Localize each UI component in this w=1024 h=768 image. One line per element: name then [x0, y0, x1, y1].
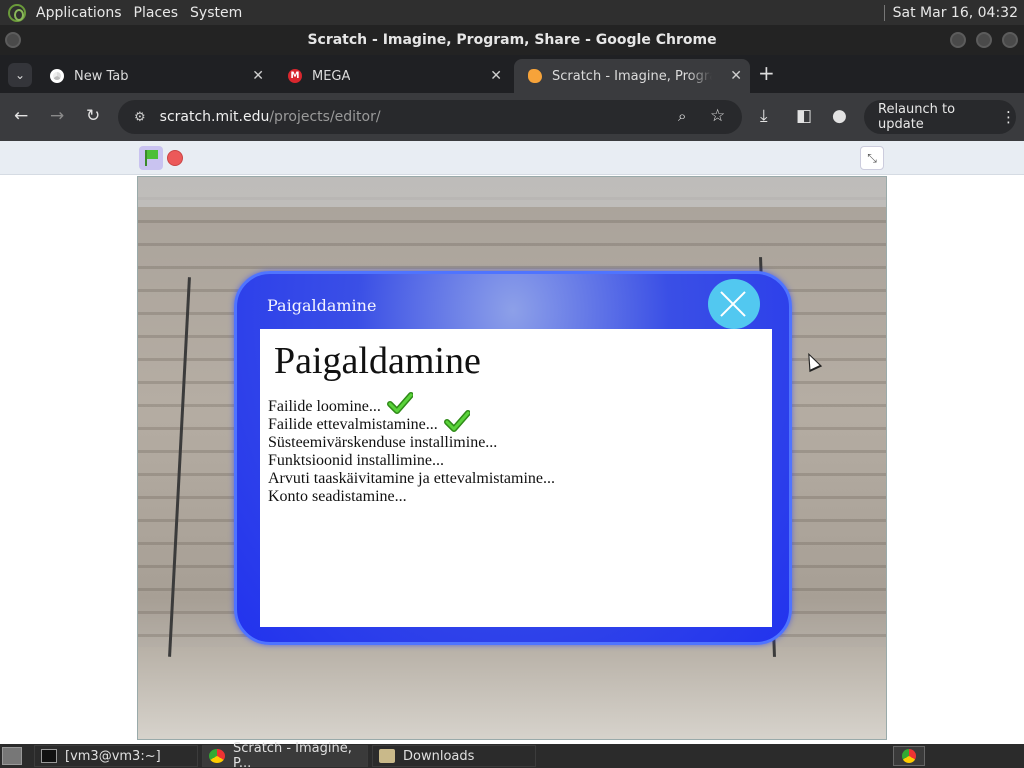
taskbar-item-chrome[interactable]: Scratch - Imagine, P...: [202, 741, 368, 768]
folder-icon: [379, 749, 395, 763]
stage[interactable]: Paigaldamine Paigaldamine Failide loomin…: [137, 176, 887, 740]
install-steps: Failide loomine... Failide ettevalmistam…: [268, 392, 556, 506]
window-title: Scratch - Imagine, Program, Share - Goog…: [307, 32, 717, 48]
taskbar-item-downloads[interactable]: Downloads: [372, 745, 536, 767]
close-icon[interactable]: ✕: [252, 68, 264, 84]
backdrop-mic-stand: [168, 277, 191, 657]
show-desktop-icon[interactable]: [2, 747, 22, 765]
star-icon[interactable]: ☆: [710, 106, 725, 126]
window-menu-button[interactable]: [5, 32, 21, 48]
install-step: Süsteemivärskenduse installimine...: [268, 434, 498, 451]
panel-separator: [883, 4, 885, 21]
url-host: scratch.mit.edu: [159, 109, 270, 125]
scratch-icon: [528, 69, 542, 83]
stop-icon[interactable]: [167, 150, 183, 166]
reload-icon[interactable]: ↻: [86, 106, 100, 126]
install-step: Konto seadistamine...: [268, 488, 407, 505]
side-panel-icon[interactable]: ◧: [796, 106, 812, 126]
tab-new-tab[interactable]: New Tab ✕: [36, 59, 272, 93]
chrome-icon: [209, 749, 225, 763]
tab-scratch[interactable]: Scratch - Imagine, Program, Share ✕: [514, 59, 750, 93]
tab-label: MEGA: [312, 68, 351, 84]
minimize-button[interactable]: [950, 32, 966, 48]
close-window-button[interactable]: [1002, 32, 1018, 48]
mega-icon: M: [288, 69, 302, 83]
places-menu[interactable]: Places: [128, 5, 185, 21]
tab-bar: ⌄ New Tab ✕ M MEGA ✕ Scratch - Imagine, …: [0, 55, 1024, 93]
player-controls: ⤡: [0, 141, 1024, 175]
exit-fullscreen-icon[interactable]: ⤡: [860, 146, 884, 170]
forward-icon[interactable]: →: [50, 106, 64, 126]
clock[interactable]: Sat Mar 16, 04:32: [893, 5, 1024, 21]
download-icon[interactable]: ⤓: [760, 106, 768, 126]
install-step: Failide loomine...: [268, 392, 555, 416]
address-bar[interactable]: ⚙ scratch.mit.edu/projects/editor/: [118, 100, 742, 134]
window-titlebar[interactable]: Scratch - Imagine, Program, Share - Goog…: [0, 25, 1024, 55]
checkmark-icon: [386, 392, 413, 414]
more-vert-icon[interactable]: ⋮: [1001, 108, 1016, 126]
chrome-icon: [50, 69, 64, 83]
relaunch-button[interactable]: Relaunch to update ⋮: [864, 100, 1016, 134]
tab-label: New Tab: [74, 68, 129, 84]
install-step: Failide ettevalmistamine...: [268, 410, 555, 434]
install-dialog: Paigaldamine Paigaldamine Failide loomin…: [234, 271, 792, 645]
chrome-icon: [902, 749, 916, 763]
system-menu[interactable]: System: [184, 5, 248, 21]
dialog-heading: Paigaldamine: [274, 340, 481, 382]
taskbar-item-terminal[interactable]: [vm3@vm3:~]: [34, 745, 198, 767]
maximize-button[interactable]: [976, 32, 992, 48]
top-panel: Applications Places System Sat Mar 16, 0…: [0, 0, 1024, 25]
close-icon[interactable]: ✕: [490, 68, 502, 84]
panel-menus: Applications Places System: [30, 0, 248, 25]
url-path: /projects/editor/: [269, 109, 381, 125]
tray-chrome-icon[interactable]: [893, 746, 925, 766]
profile-icon[interactable]: ●: [832, 106, 847, 126]
zoom-icon[interactable]: ⌕: [678, 106, 686, 126]
chevron-down-icon: ⌄: [14, 68, 26, 82]
checkmark-icon: [443, 410, 470, 432]
green-flag-icon[interactable]: [139, 146, 163, 170]
backdrop-ground: [138, 647, 886, 739]
tab-label: Scratch - Imagine, Program, Share: [552, 68, 712, 84]
install-step: Arvuti taaskäivitamine ja ettevalmistami…: [268, 470, 556, 487]
tab-mega[interactable]: M MEGA ✕: [274, 59, 510, 93]
relaunch-label: Relaunch to update: [878, 102, 956, 132]
tab-search-button[interactable]: ⌄: [8, 63, 32, 87]
new-tab-button[interactable]: +: [758, 61, 775, 85]
dialog-title: Paigaldamine: [267, 296, 377, 315]
install-step: Funktsioonid installimine...: [268, 452, 445, 469]
site-info-icon[interactable]: ⚙: [134, 110, 146, 125]
terminal-icon: [41, 749, 57, 763]
close-icon[interactable]: ✕: [730, 68, 742, 84]
dialog-body: Paigaldamine Failide loomine... Failide …: [260, 329, 772, 627]
backdrop-windows: [138, 177, 886, 207]
dialog-close-button[interactable]: [708, 279, 760, 329]
applications-menu[interactable]: Applications: [30, 5, 128, 21]
browser-toolbar: ← → ↻ ⚙ scratch.mit.edu/projects/editor/…: [0, 93, 1024, 141]
distro-logo-icon[interactable]: [8, 3, 26, 22]
back-icon[interactable]: ←: [14, 106, 28, 126]
taskbar: [vm3@vm3:~] Scratch - Imagine, P... Down…: [0, 741, 1024, 768]
